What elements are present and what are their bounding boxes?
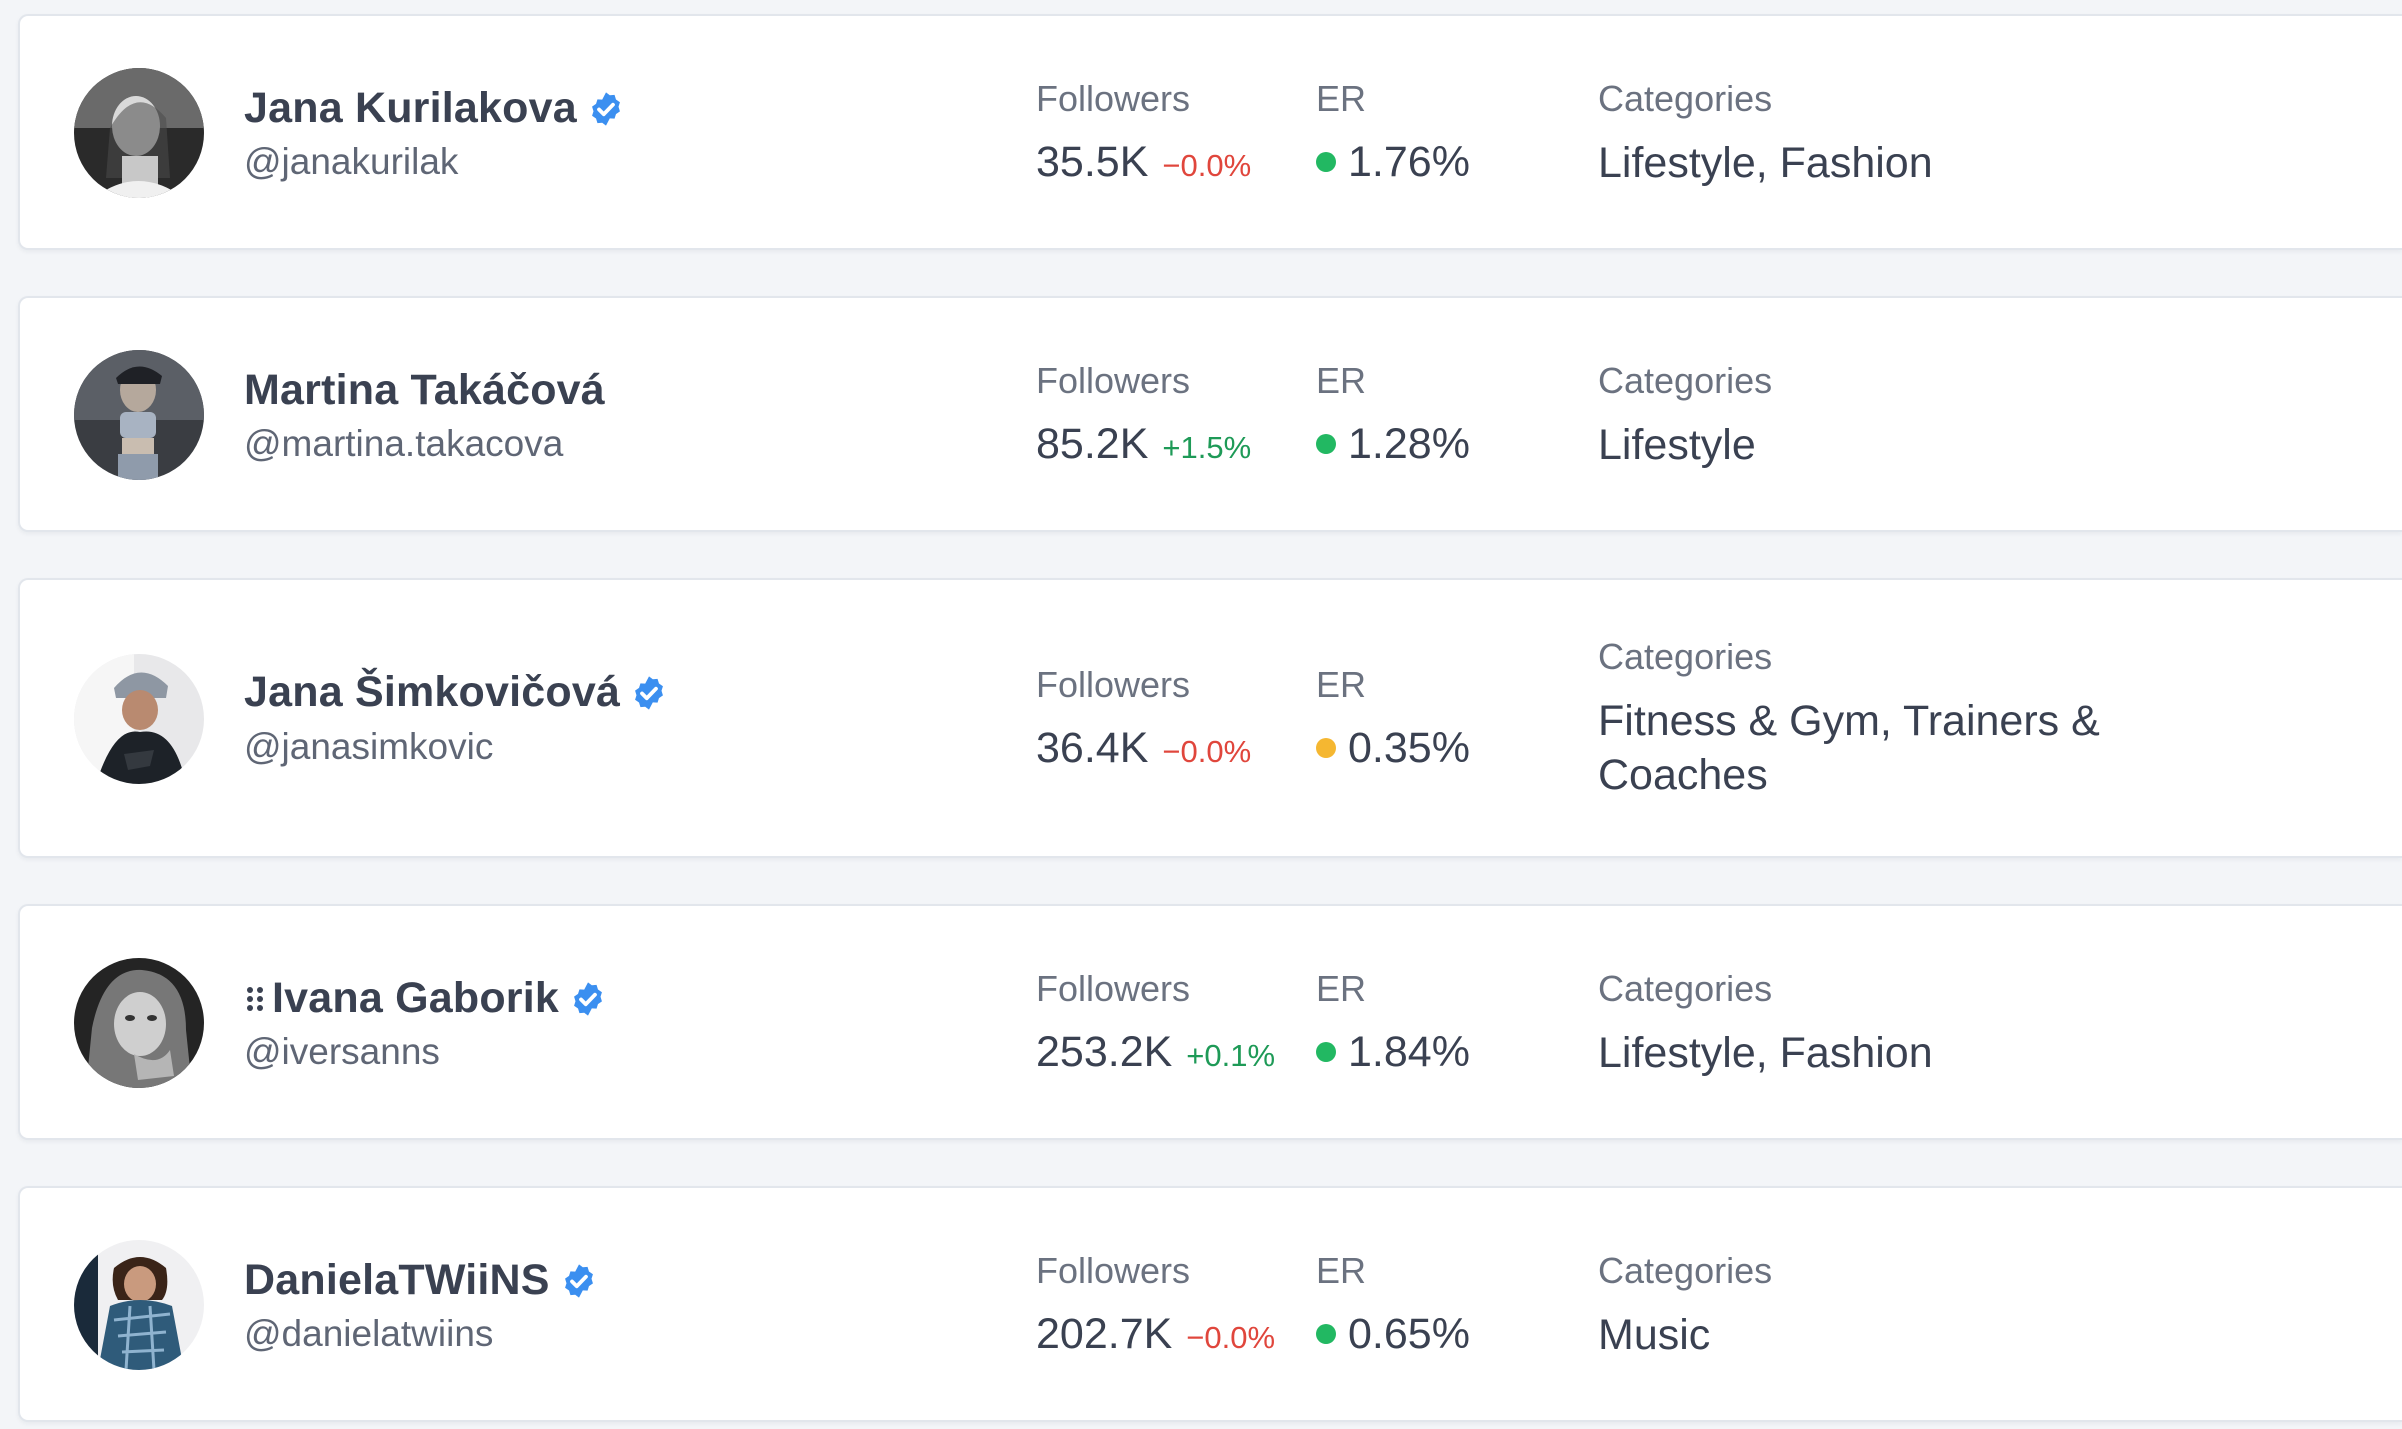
- er-label: ER: [1316, 360, 1367, 401]
- followers-count: 35.5K: [1036, 138, 1149, 186]
- followers-value: 35.5K −0.0%: [1036, 138, 1251, 187]
- verified-badge-icon: [630, 674, 668, 712]
- er-rate: 1.84%: [1348, 1028, 1470, 1076]
- followers-count: 85.2K: [1036, 420, 1149, 468]
- followers-label: Followers: [1036, 360, 1191, 401]
- followers-value: 202.7K −0.0%: [1036, 1310, 1275, 1359]
- influencer-list: Jana Kurilakova @janakurilak Followers 3…: [0, 0, 2402, 1429]
- categories-label: Categories: [1598, 78, 1773, 119]
- er-rate: 0.35%: [1348, 724, 1470, 772]
- er-rate: 0.65%: [1348, 1310, 1470, 1358]
- followers-count: 36.4K: [1036, 724, 1149, 772]
- er-status-dot: [1316, 152, 1336, 172]
- er-status-dot: [1316, 1324, 1336, 1344]
- followers-value: 253.2K +0.1%: [1036, 1028, 1275, 1077]
- followers-value: 36.4K −0.0%: [1036, 724, 1251, 773]
- categories-value: Lifestyle: [1598, 421, 1756, 469]
- er-value: 1.76%: [1316, 138, 1470, 187]
- avatar[interactable]: [74, 350, 204, 480]
- categories-label: Categories: [1598, 360, 1773, 401]
- followers-change: +1.5%: [1162, 430, 1252, 465]
- er-status-dot: [1316, 738, 1336, 758]
- influencer-handle: @martina.takacova: [244, 423, 564, 464]
- influencer-card[interactable]: Martina Takáčová @martina.takacova Follo…: [18, 296, 2402, 532]
- categories-label: Categories: [1598, 636, 1773, 677]
- followers-change: −0.0%: [1162, 734, 1252, 769]
- categories-label: Categories: [1598, 1250, 1773, 1291]
- avatar[interactable]: [74, 654, 204, 784]
- followers-value: 85.2K +1.5%: [1036, 420, 1251, 469]
- avatar[interactable]: [74, 1240, 204, 1370]
- influencer-handle: @janasimkovic: [244, 726, 494, 767]
- influencer-card[interactable]: Jana Kurilakova @janakurilak Followers 3…: [18, 14, 2402, 250]
- followers-change: −0.0%: [1186, 1320, 1276, 1355]
- er-label: ER: [1316, 968, 1367, 1009]
- er-value: 0.65%: [1316, 1310, 1470, 1359]
- categories-value: Music: [1598, 1311, 1711, 1359]
- influencer-handle: @janakurilak: [244, 141, 459, 182]
- avatar[interactable]: [74, 68, 204, 198]
- avatar[interactable]: [74, 958, 204, 1088]
- er-label: ER: [1316, 664, 1367, 705]
- followers-count: 253.2K: [1036, 1028, 1173, 1076]
- influencer-name[interactable]: Martina Takáčová: [244, 366, 605, 415]
- er-value: 1.28%: [1316, 420, 1470, 469]
- influencer-name[interactable]: Ivana Gaborik: [272, 974, 559, 1023]
- followers-label: Followers: [1036, 1250, 1191, 1291]
- followers-count: 202.7K: [1036, 1310, 1173, 1358]
- influencer-card[interactable]: Ivana Gaborik @iversanns Followers 253.2…: [18, 904, 2402, 1140]
- er-rate: 1.28%: [1348, 420, 1470, 468]
- verified-badge-icon: [560, 1262, 598, 1300]
- categories-value: Lifestyle, Fashion: [1598, 1029, 1933, 1077]
- er-status-dot: [1316, 1042, 1336, 1062]
- followers-label: Followers: [1036, 78, 1191, 119]
- categories-value: Fitness & Gym, Trainers & Coaches: [1598, 697, 2100, 799]
- er-value: 0.35%: [1316, 724, 1470, 773]
- followers-change: −0.0%: [1162, 148, 1252, 183]
- er-value: 1.84%: [1316, 1028, 1470, 1077]
- influencer-card[interactable]: DanielaTWiiNS @danielatwiins Followers 2…: [18, 1186, 2402, 1422]
- followers-change: +0.1%: [1186, 1038, 1276, 1073]
- influencer-card[interactable]: Jana Šimkovičová @janasimkovic Followers…: [18, 578, 2402, 858]
- er-status-dot: [1316, 434, 1336, 454]
- er-label: ER: [1316, 78, 1367, 119]
- er-label: ER: [1316, 1250, 1367, 1291]
- categories-value: Lifestyle, Fashion: [1598, 139, 1933, 187]
- influencer-name[interactable]: DanielaTWiiNS: [244, 1256, 550, 1305]
- influencer-name[interactable]: Jana Kurilakova: [244, 84, 577, 133]
- categories-label: Categories: [1598, 968, 1773, 1009]
- verified-badge-icon: [587, 90, 625, 128]
- er-rate: 1.76%: [1348, 138, 1470, 186]
- influencer-handle: @danielatwiins: [244, 1313, 494, 1354]
- influencer-handle: @iversanns: [244, 1031, 440, 1072]
- dotted-grid-icon: [244, 984, 266, 1014]
- verified-badge-icon: [569, 980, 607, 1018]
- followers-label: Followers: [1036, 664, 1191, 705]
- influencer-name[interactable]: Jana Šimkovičová: [244, 668, 620, 717]
- followers-label: Followers: [1036, 968, 1191, 1009]
